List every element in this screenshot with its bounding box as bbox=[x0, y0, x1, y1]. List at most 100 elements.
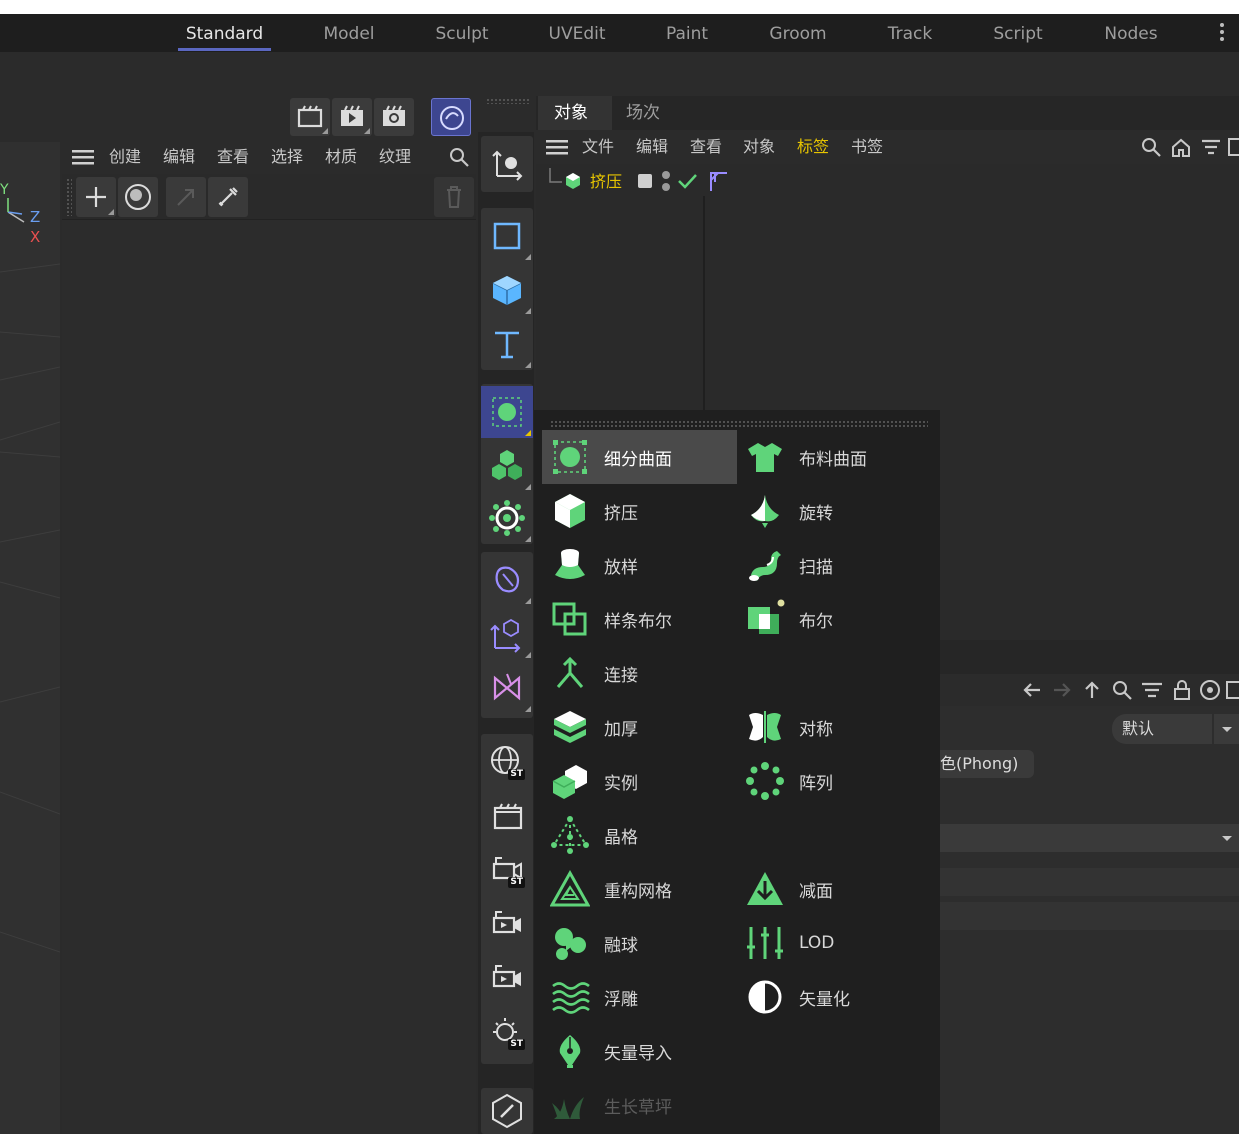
material-list-area[interactable] bbox=[62, 220, 476, 1134]
forward-arrow-icon[interactable] bbox=[1050, 678, 1074, 702]
camera-render-button[interactable] bbox=[481, 952, 533, 1004]
panel-icon[interactable] bbox=[1226, 678, 1239, 702]
delete-button[interactable] bbox=[434, 177, 474, 217]
menu-item-sweep[interactable]: 扫描 bbox=[737, 538, 932, 592]
filter-icon[interactable] bbox=[1200, 136, 1222, 158]
menu-item-spline-boolean[interactable]: 样条布尔 bbox=[542, 592, 737, 646]
menu-item-lathe[interactable]: 旋转 bbox=[737, 484, 932, 538]
toolbar-grip[interactable] bbox=[66, 178, 72, 216]
menu-item-cloth-surface[interactable]: 布料曲面 bbox=[737, 430, 932, 484]
menu-item-grass[interactable]: 生长草坪 bbox=[542, 1078, 737, 1132]
tab-objects[interactable]: 对象 bbox=[554, 96, 588, 130]
object-row-extrude[interactable]: 挤压 bbox=[536, 166, 1239, 196]
menu-item-polygon-reduction[interactable]: 减面 bbox=[737, 862, 932, 916]
camera-move-tool-button[interactable] bbox=[481, 608, 533, 660]
move-tool-button[interactable] bbox=[481, 138, 533, 190]
menu-item-metaball[interactable]: 融球 bbox=[542, 916, 737, 970]
tab-uvedit[interactable]: UVEdit bbox=[533, 14, 621, 52]
menu-item-atom-array[interactable]: 晶格 bbox=[542, 808, 737, 862]
menu-item-extrude[interactable]: 挤压 bbox=[542, 484, 737, 538]
tab-model[interactable]: Model bbox=[305, 14, 393, 52]
menu-bookmarks[interactable]: 书签 bbox=[851, 130, 883, 164]
eyedropper-button[interactable] bbox=[208, 177, 248, 217]
menu-edit[interactable]: 编辑 bbox=[636, 130, 668, 164]
editor-visibility-dot[interactable] bbox=[662, 171, 670, 179]
light-st-button[interactable]: ST bbox=[481, 1006, 533, 1058]
palette-grip[interactable] bbox=[486, 98, 530, 104]
menu-item-remesh[interactable]: 重构网格 bbox=[542, 862, 737, 916]
menu-item-array[interactable]: 阵列 bbox=[737, 754, 932, 808]
menu-item-boolean[interactable]: 布尔 bbox=[737, 592, 932, 646]
spline-tool-button[interactable] bbox=[481, 210, 533, 262]
search-icon[interactable] bbox=[448, 146, 470, 168]
menu-item-loft[interactable]: 放样 bbox=[542, 538, 737, 592]
menu-select[interactable]: 选择 bbox=[271, 140, 303, 174]
menu-create[interactable]: 创建 bbox=[109, 140, 141, 174]
checkmark-icon[interactable] bbox=[676, 170, 698, 192]
target-icon[interactable] bbox=[1198, 678, 1222, 702]
menu-item-thicken[interactable]: 加厚 bbox=[542, 700, 737, 754]
menu-view[interactable]: 查看 bbox=[690, 130, 722, 164]
phong-tag-icon[interactable] bbox=[708, 170, 730, 192]
field-tool-button[interactable] bbox=[481, 554, 533, 606]
material-preview-button[interactable] bbox=[118, 177, 158, 217]
apply-material-button[interactable] bbox=[166, 177, 206, 217]
back-arrow-icon[interactable] bbox=[1020, 678, 1044, 702]
hamburger-menu-icon[interactable] bbox=[546, 138, 568, 156]
menu-file[interactable]: 文件 bbox=[582, 130, 614, 164]
menu-item-relief[interactable]: 浮雕 bbox=[542, 970, 737, 1024]
menu-object[interactable]: 对象 bbox=[743, 130, 775, 164]
render-settings-button[interactable] bbox=[374, 98, 414, 136]
menu-item-vector-import[interactable]: 矢量导入 bbox=[542, 1024, 737, 1078]
edit-tool-button[interactable] bbox=[481, 1088, 533, 1134]
tab-script[interactable]: Script bbox=[974, 14, 1062, 52]
tab-track[interactable]: Track bbox=[866, 14, 954, 52]
menu-edit[interactable]: 编辑 bbox=[163, 140, 195, 174]
render-clapboard-button[interactable] bbox=[481, 790, 533, 842]
layer-icon[interactable] bbox=[638, 174, 652, 188]
text-tool-button[interactable] bbox=[481, 318, 533, 370]
menu-item-instance[interactable]: 实例 bbox=[542, 754, 737, 808]
popup-grip[interactable] bbox=[550, 420, 928, 428]
search-icon[interactable] bbox=[1110, 678, 1134, 702]
phong-tag-chip[interactable]: 色(Phong) bbox=[940, 750, 1034, 778]
lock-icon[interactable] bbox=[1170, 678, 1194, 702]
tab-standard[interactable]: Standard bbox=[178, 14, 271, 52]
search-icon[interactable] bbox=[1140, 136, 1162, 158]
column-divider[interactable] bbox=[703, 196, 705, 410]
camera-play-button[interactable] bbox=[481, 898, 533, 950]
environment-tool-button[interactable]: ST bbox=[481, 736, 533, 788]
constraint-tool-button[interactable] bbox=[481, 662, 533, 714]
menu-view[interactable]: 查看 bbox=[217, 140, 249, 174]
menu-texture[interactable]: 纹理 bbox=[379, 140, 411, 174]
menu-item-lod[interactable]: LOD bbox=[737, 916, 932, 970]
menu-item-vectorizer[interactable]: 矢量化 bbox=[737, 970, 932, 1024]
render-to-picture-viewer-button[interactable] bbox=[332, 98, 372, 136]
deformer-tool-button[interactable] bbox=[481, 492, 533, 544]
tab-sculpt[interactable]: Sculpt bbox=[418, 14, 506, 52]
viewport-solo-button[interactable] bbox=[431, 98, 471, 136]
up-arrow-icon[interactable] bbox=[1080, 678, 1104, 702]
hamburger-menu-icon[interactable] bbox=[72, 148, 94, 166]
tab-paint[interactable]: Paint bbox=[643, 14, 731, 52]
tab-nodes[interactable]: Nodes bbox=[1087, 14, 1175, 52]
generators-button[interactable] bbox=[481, 386, 533, 438]
camera-st-button[interactable]: ST bbox=[481, 844, 533, 896]
object-name[interactable]: 挤压 bbox=[590, 166, 622, 198]
attribute-field-row[interactable] bbox=[940, 902, 1239, 930]
viewport-3d[interactable]: Y Z X bbox=[0, 142, 60, 1134]
menu-item-symmetry[interactable]: 对称 bbox=[737, 700, 932, 754]
cloner-tool-button[interactable] bbox=[481, 440, 533, 492]
home-icon[interactable] bbox=[1170, 136, 1192, 158]
menu-item-connect[interactable]: 连接 bbox=[542, 646, 737, 700]
menu-material[interactable]: 材质 bbox=[325, 140, 357, 174]
attribute-field-row[interactable] bbox=[940, 868, 1239, 896]
render-view-button[interactable] bbox=[290, 98, 330, 136]
mode-dropdown[interactable]: 默认 bbox=[1112, 714, 1239, 744]
cube-tool-button[interactable] bbox=[481, 264, 533, 316]
more-options-icon[interactable] bbox=[1218, 23, 1226, 45]
filter-icon[interactable] bbox=[1140, 678, 1164, 702]
new-material-button[interactable] bbox=[76, 177, 116, 217]
panel-icon[interactable] bbox=[1228, 136, 1239, 158]
menu-item-subdivision-surface[interactable]: 细分曲面 bbox=[542, 430, 737, 484]
